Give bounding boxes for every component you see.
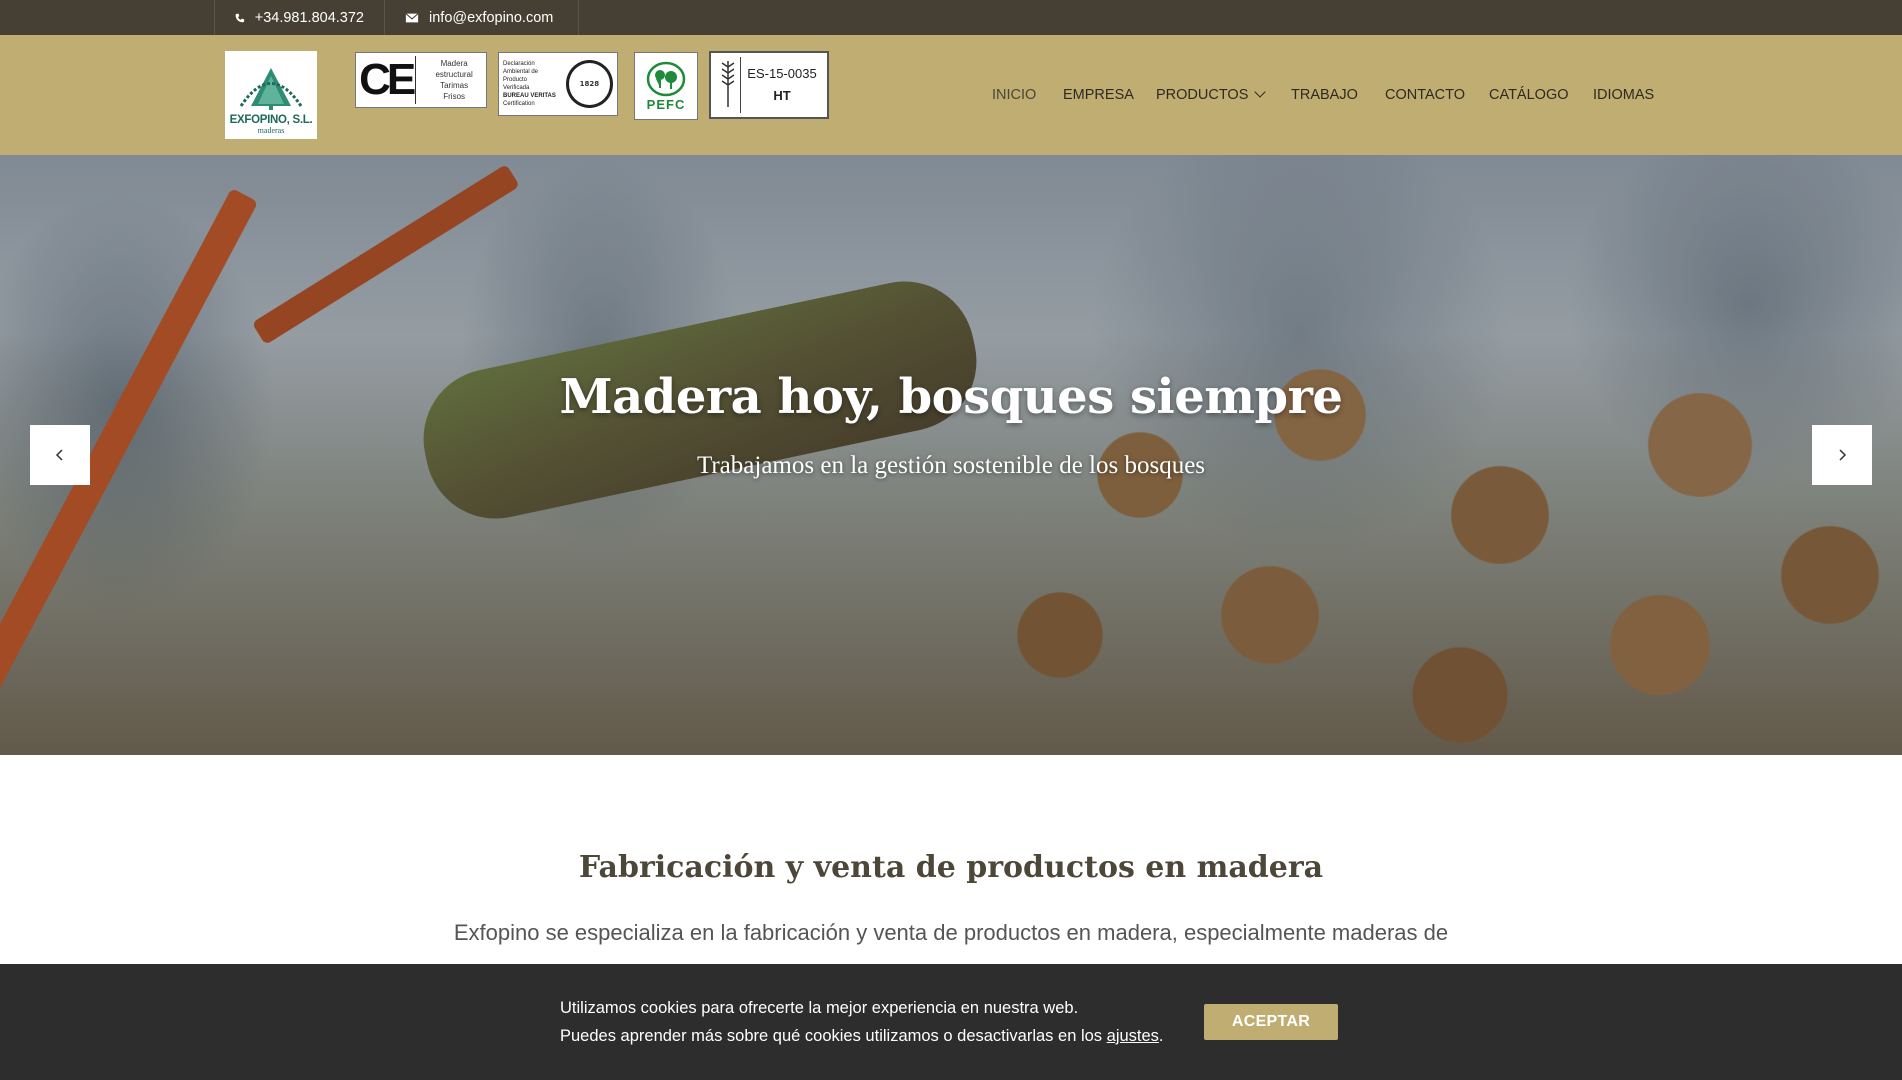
phone-contact[interactable]: +34.981.804.372 xyxy=(214,0,384,35)
bv-seal-year: 1828 xyxy=(579,80,600,88)
nav-productos-label: PRODUCTOS xyxy=(1156,87,1249,103)
nav-idiomas[interactable]: IDIOMAS xyxy=(1593,87,1654,103)
chevron-down-icon xyxy=(1254,86,1267,98)
slider-prev-button[interactable] xyxy=(30,425,90,485)
bv-line-1: Declaración xyxy=(503,61,535,67)
nav-contacto[interactable]: CONTACTO xyxy=(1385,87,1465,103)
cookie-line-1: Utilizamos cookies para ofrecerte la mej… xyxy=(560,999,1079,1017)
bv-line-4: BUREAU VERITAS xyxy=(503,93,556,99)
ippc-wheat-icon xyxy=(715,57,741,113)
hero-slider: Madera hoy, bosques siempre Trabajamos e… xyxy=(0,155,1902,755)
pefc-trees-icon xyxy=(646,61,686,96)
nav-trabajo[interactable]: TRABAJO xyxy=(1291,87,1358,103)
hero-title: Madera hoy, bosques siempre xyxy=(559,369,1343,425)
nav-productos[interactable]: PRODUCTOS xyxy=(1156,86,1267,103)
bv-line-3: Verificada xyxy=(503,85,530,91)
cookie-line-2-text: Puedes aprender más sobre qué cookies ut… xyxy=(560,1027,1103,1045)
cookie-line-2: Puedes aprender más sobre qué cookies ut… xyxy=(560,1022,1164,1050)
accept-cookies-button[interactable]: ACEPTAR xyxy=(1204,1004,1338,1040)
ce-line-1: Madera estructural xyxy=(435,59,473,79)
ce-text: Madera estructural Tarimas Frisos xyxy=(415,56,486,104)
nav-catalogo[interactable]: CATÁLOGO xyxy=(1489,87,1569,103)
top-bar: +34.981.804.372 info@exfopino.com xyxy=(0,0,1902,35)
nav-empresa[interactable]: EMPRESA xyxy=(1063,87,1134,103)
chevron-left-icon xyxy=(55,449,63,461)
pefc-badge: PEFC xyxy=(634,52,698,120)
phone-number: +34.981.804.372 xyxy=(254,9,364,26)
company-logo[interactable]: EXFOPINO, S.L. maderas xyxy=(225,51,317,139)
logo-name: EXFOPINO, S.L. xyxy=(229,114,313,126)
cookie-message: Utilizamos cookies para ofrecerte la mej… xyxy=(560,994,1164,1050)
ce-line-2: Tarimas xyxy=(440,81,469,90)
site-header: EXFOPINO, S.L. maderas CE Madera estruct… xyxy=(0,35,1902,155)
ippc-code: ES-15-0035 xyxy=(747,66,817,81)
bv-line-5: Certification xyxy=(503,101,535,107)
ce-certification-badge: CE Madera estructural Tarimas Frisos xyxy=(355,52,487,108)
logo-subtitle: maderas xyxy=(257,126,285,135)
email-address: info@exfopino.com xyxy=(429,9,554,26)
section-text: Exfopino se especializa en la fabricació… xyxy=(453,920,1449,945)
cookie-line-2-end: . xyxy=(1158,1027,1164,1045)
pine-tree-logo-icon xyxy=(239,68,303,110)
bureau-veritas-badge: Declaración Ambiental de Producto Verifi… xyxy=(498,52,618,116)
ippc-treatment: HT xyxy=(773,88,791,103)
ce-mark: CE xyxy=(359,55,416,104)
hero-subtitle: Trabajamos en la gestión sostenible de l… xyxy=(696,452,1206,479)
email-contact[interactable]: info@exfopino.com xyxy=(384,0,579,35)
section-title: Fabricación y venta de productos en made… xyxy=(578,850,1324,885)
ippc-badge: ES-15-0035 HT xyxy=(709,51,829,119)
ippc-text: ES-15-0035 HT xyxy=(741,63,823,107)
bureau-veritas-text: Declaración Ambiental de Producto Verifi… xyxy=(503,60,562,108)
slider-next-button[interactable] xyxy=(1812,425,1872,485)
envelope-icon xyxy=(405,12,419,22)
cookie-settings-link[interactable]: ajustes xyxy=(1107,1027,1159,1045)
phone-icon xyxy=(235,13,245,22)
cookie-banner: Utilizamos cookies para ofrecerte la mej… xyxy=(0,964,1902,1080)
bv-line-2: Ambiental de Producto xyxy=(503,69,539,83)
pefc-label: PEFC xyxy=(646,96,686,112)
bureau-veritas-seal-icon: 1828 xyxy=(565,60,613,108)
chevron-right-icon xyxy=(1839,449,1847,461)
nav-inicio[interactable]: INICIO xyxy=(992,87,1036,103)
ce-line-3: Frisos xyxy=(443,92,466,101)
